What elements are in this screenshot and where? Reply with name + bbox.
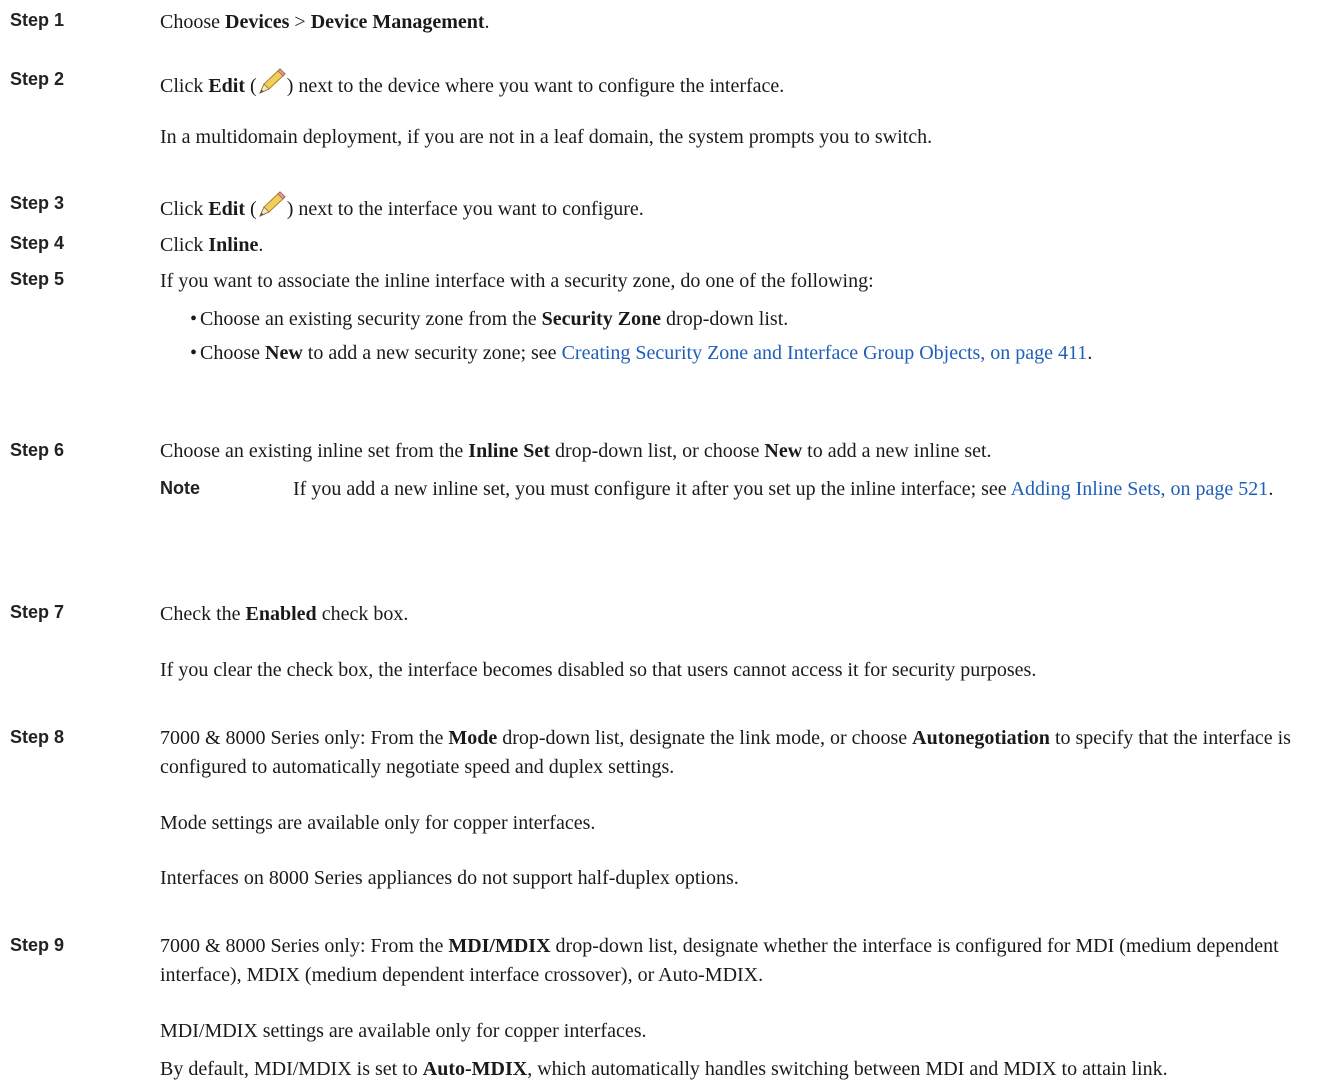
step-3-text: Click Edit () next to the interface you … [160,190,644,224]
step-2-paragraph: In a multidomain deployment, if you are … [160,126,933,148]
step-5-text: If you want to associate the inline inte… [160,270,874,292]
step-6-text: Choose an existing inline set from the I… [160,440,992,462]
list-item: • Choose New to add a new security zone; … [190,342,1093,364]
step-8-label: Step 8 [10,727,65,747]
step-7-label: Step 7 [10,602,65,622]
step-3-label: Step 3 [10,193,65,213]
step-2-label: Step 2 [10,69,65,89]
pencil-edit-icon[interactable] [257,67,287,95]
step-9-label: Step 9 [10,935,65,955]
step-8-paragraph: Interfaces on 8000 Series appliances do … [160,867,739,889]
step-7-paragraph: If you clear the check box, the interfac… [160,659,1037,681]
step-1-label: Step 1 [10,10,65,30]
step-6-label: Step 6 [10,440,65,460]
step-9-text: 7000 & 8000 Series only: From the MDI/MD… [160,935,1279,986]
step-8-text: 7000 & 8000 Series only: From the Mode d… [160,727,1291,778]
step-5-label: Step 5 [10,269,65,289]
link-inline-sets[interactable]: Adding Inline Sets, on page 521 [1011,478,1269,500]
step-9-paragraph: By default, MDI/MDIX is set to Auto-MDIX… [160,1058,1168,1080]
step-2-text: Click Edit () next to the device where y… [160,67,784,101]
link-security-zone[interactable]: Creating Security Zone and Interface Gro… [562,342,1088,364]
step-9-paragraph: MDI/MDIX settings are available only for… [160,1020,647,1042]
step-7-text: Check the Enabled check box. [160,603,409,625]
step-8-paragraph: Mode settings are available only for cop… [160,812,596,834]
note-label: Note [160,478,200,498]
note-text: If you add a new inline set, you must co… [293,478,1274,500]
list-item: • Choose an existing security zone from t… [190,308,789,330]
step-4-label: Step 4 [10,233,65,253]
step-4-text: Click Inline. [160,234,264,256]
step-1-text: Choose Devices > Device Management. [160,11,490,33]
pencil-edit-icon[interactable] [257,190,287,218]
